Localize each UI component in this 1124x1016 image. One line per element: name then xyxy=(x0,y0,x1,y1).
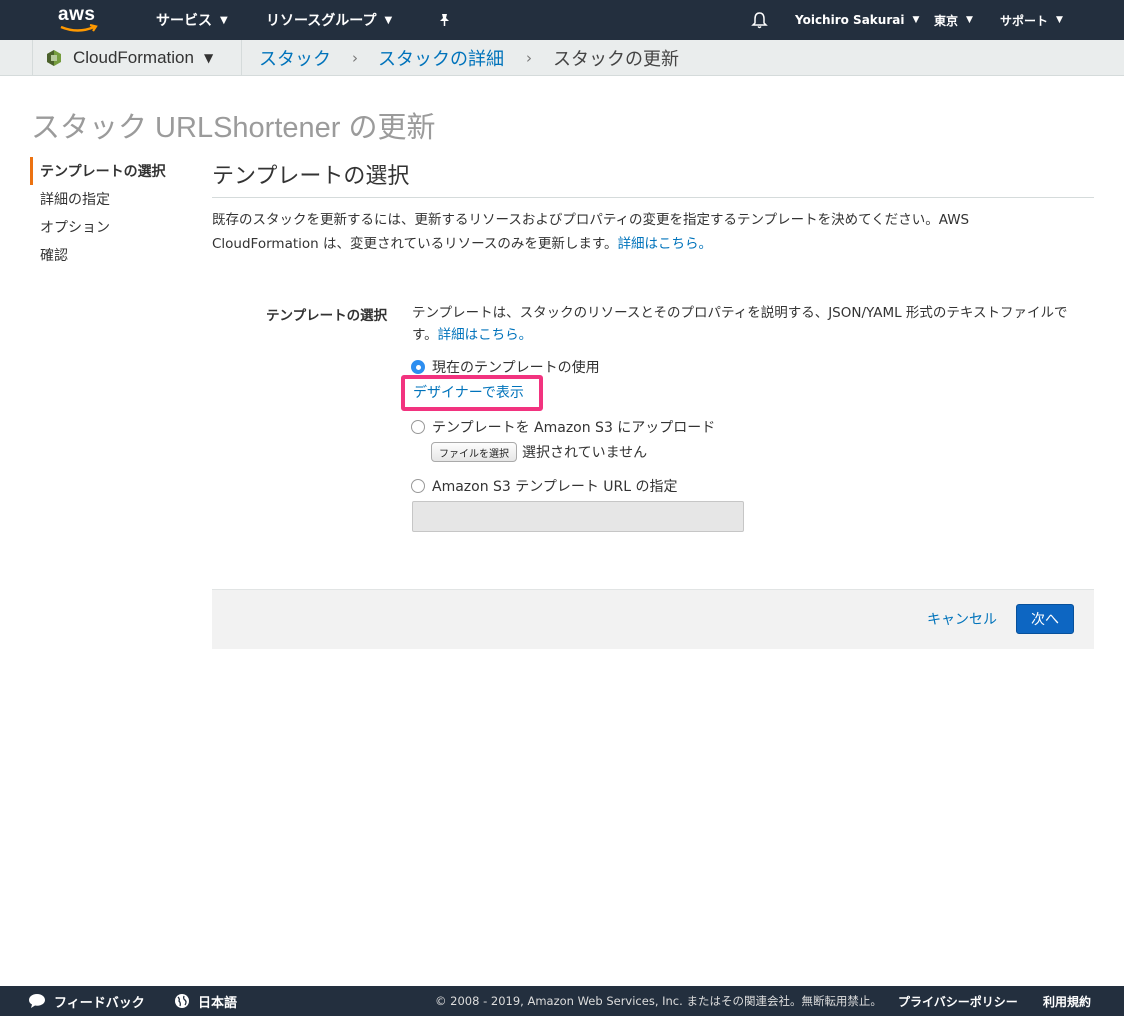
user-name: Yoichiro Sakurai xyxy=(795,13,905,27)
speech-bubble-icon xyxy=(29,994,45,1008)
region-menu[interactable]: 東京 ▼ xyxy=(934,0,973,40)
breadcrumb-update-stack: スタックの更新 xyxy=(553,48,679,70)
services-label: サービス xyxy=(156,13,212,29)
file-picker: ファイルを選択 選択されていません xyxy=(431,442,647,462)
cancel-button[interactable]: キャンセル xyxy=(927,609,997,629)
radio-upload-template[interactable] xyxy=(411,420,425,434)
language-label: 日本語 xyxy=(198,995,238,1011)
notifications-button[interactable] xyxy=(751,0,768,40)
breadcrumb-stack-details[interactable]: スタックの詳細 xyxy=(378,40,504,75)
smile-arrow-icon xyxy=(60,24,98,32)
top-navigation: aws サービス ▼ リソースグループ ▼ Yoichiro Sakurai ▼… xyxy=(0,0,1124,40)
cloudformation-icon xyxy=(47,49,61,66)
step-options[interactable]: オプション xyxy=(30,213,200,241)
feedback-label: フィードバック xyxy=(54,995,145,1011)
service-switcher[interactable]: CloudFormation ▼ xyxy=(32,40,242,75)
pin-button[interactable] xyxy=(438,0,451,40)
console-footer: フィードバック 日本語 © 2008 - 2019, Amazon Web Se… xyxy=(0,986,1124,1016)
privacy-policy-link[interactable]: プライバシーポリシー xyxy=(898,986,1018,1016)
wizard-steps: テンプレートの選択 詳細の指定 オプション 確認 xyxy=(30,157,200,269)
step-specify-details[interactable]: 詳細の指定 xyxy=(30,185,200,213)
step-select-template[interactable]: テンプレートの選択 xyxy=(30,157,200,185)
feedback-button[interactable]: フィードバック xyxy=(28,986,145,1016)
option-upload-label: テンプレートを Amazon S3 にアップロード xyxy=(432,420,716,436)
choose-file-button[interactable]: ファイルを選択 xyxy=(431,442,517,462)
learn-more-link[interactable]: 詳細はこちら。 xyxy=(618,236,713,252)
radio-current-template[interactable] xyxy=(411,360,425,374)
aws-logo-text: aws xyxy=(58,4,96,25)
section-divider xyxy=(212,197,1094,198)
chevron-down-icon: ▼ xyxy=(912,15,920,25)
chevron-down-icon: ▼ xyxy=(220,14,228,26)
template-learn-more-link[interactable]: 詳細はこちら。 xyxy=(438,327,533,343)
description-text: 既存のスタックを更新するには、更新するリソースおよびプロパティの変更を指定するテ… xyxy=(212,212,970,252)
pin-icon xyxy=(440,14,449,26)
template-field-help: テンプレートは、スタックのリソースとそのプロパティを説明する、JSON/YAML… xyxy=(412,302,1092,346)
radio-s3-url[interactable] xyxy=(411,479,425,493)
section-title: テンプレートの選択 xyxy=(212,164,410,189)
step-review[interactable]: 確認 xyxy=(30,241,200,269)
terms-of-use-link[interactable]: 利用規約 xyxy=(1043,986,1091,1016)
copyright-text: © 2008 - 2019, Amazon Web Services, Inc.… xyxy=(435,994,882,1008)
region-label: 東京 xyxy=(934,13,959,28)
view-in-designer-link[interactable]: デザイナーで表示 xyxy=(413,382,524,402)
breadcrumb-stacks[interactable]: スタック xyxy=(259,40,331,75)
breadcrumb-separator: › xyxy=(526,48,532,67)
section-description: 既存のスタックを更新するには、更新するリソースおよびプロパティの変更を指定するテ… xyxy=(212,208,1072,256)
next-button[interactable]: 次へ xyxy=(1016,604,1074,634)
resource-groups-label: リソースグループ xyxy=(266,13,377,29)
globe-icon xyxy=(175,994,189,1008)
option-s3-url-label: Amazon S3 テンプレート URL の指定 xyxy=(432,479,678,495)
resource-groups-menu[interactable]: リソースグループ ▼ xyxy=(266,0,392,40)
option-current-template[interactable]: 現在のテンプレートの使用 xyxy=(411,357,600,377)
language-selector[interactable]: 日本語 xyxy=(174,986,237,1016)
option-upload-template[interactable]: テンプレートを Amazon S3 にアップロード xyxy=(411,417,715,437)
support-menu[interactable]: サポート ▼ xyxy=(1000,0,1063,40)
template-field-label: テンプレートの選択 xyxy=(266,308,388,324)
page-title: スタック URLShortener の更新 xyxy=(31,112,436,144)
service-name: CloudFormation xyxy=(73,47,194,67)
support-label: サポート xyxy=(1000,13,1049,28)
chevron-down-icon: ▼ xyxy=(384,14,393,26)
s3-url-input[interactable] xyxy=(412,501,744,532)
chevron-down-icon: ▼ xyxy=(966,15,973,25)
aws-logo[interactable]: aws xyxy=(58,5,104,35)
chevron-down-icon: ▼ xyxy=(203,50,214,65)
user-menu[interactable]: Yoichiro Sakurai ▼ xyxy=(795,0,919,40)
breadcrumb-separator: › xyxy=(352,48,358,67)
option-current-label: 現在のテンプレートの使用 xyxy=(432,360,600,376)
services-menu[interactable]: サービス ▼ xyxy=(156,0,228,40)
chevron-down-icon: ▼ xyxy=(1056,15,1063,25)
bell-icon xyxy=(751,12,768,29)
breadcrumb-bar: CloudFormation ▼ スタック › スタックの詳細 › スタックの更… xyxy=(0,40,1124,76)
option-s3-url[interactable]: Amazon S3 テンプレート URL の指定 xyxy=(411,476,678,496)
file-status: 選択されていません xyxy=(522,445,648,461)
